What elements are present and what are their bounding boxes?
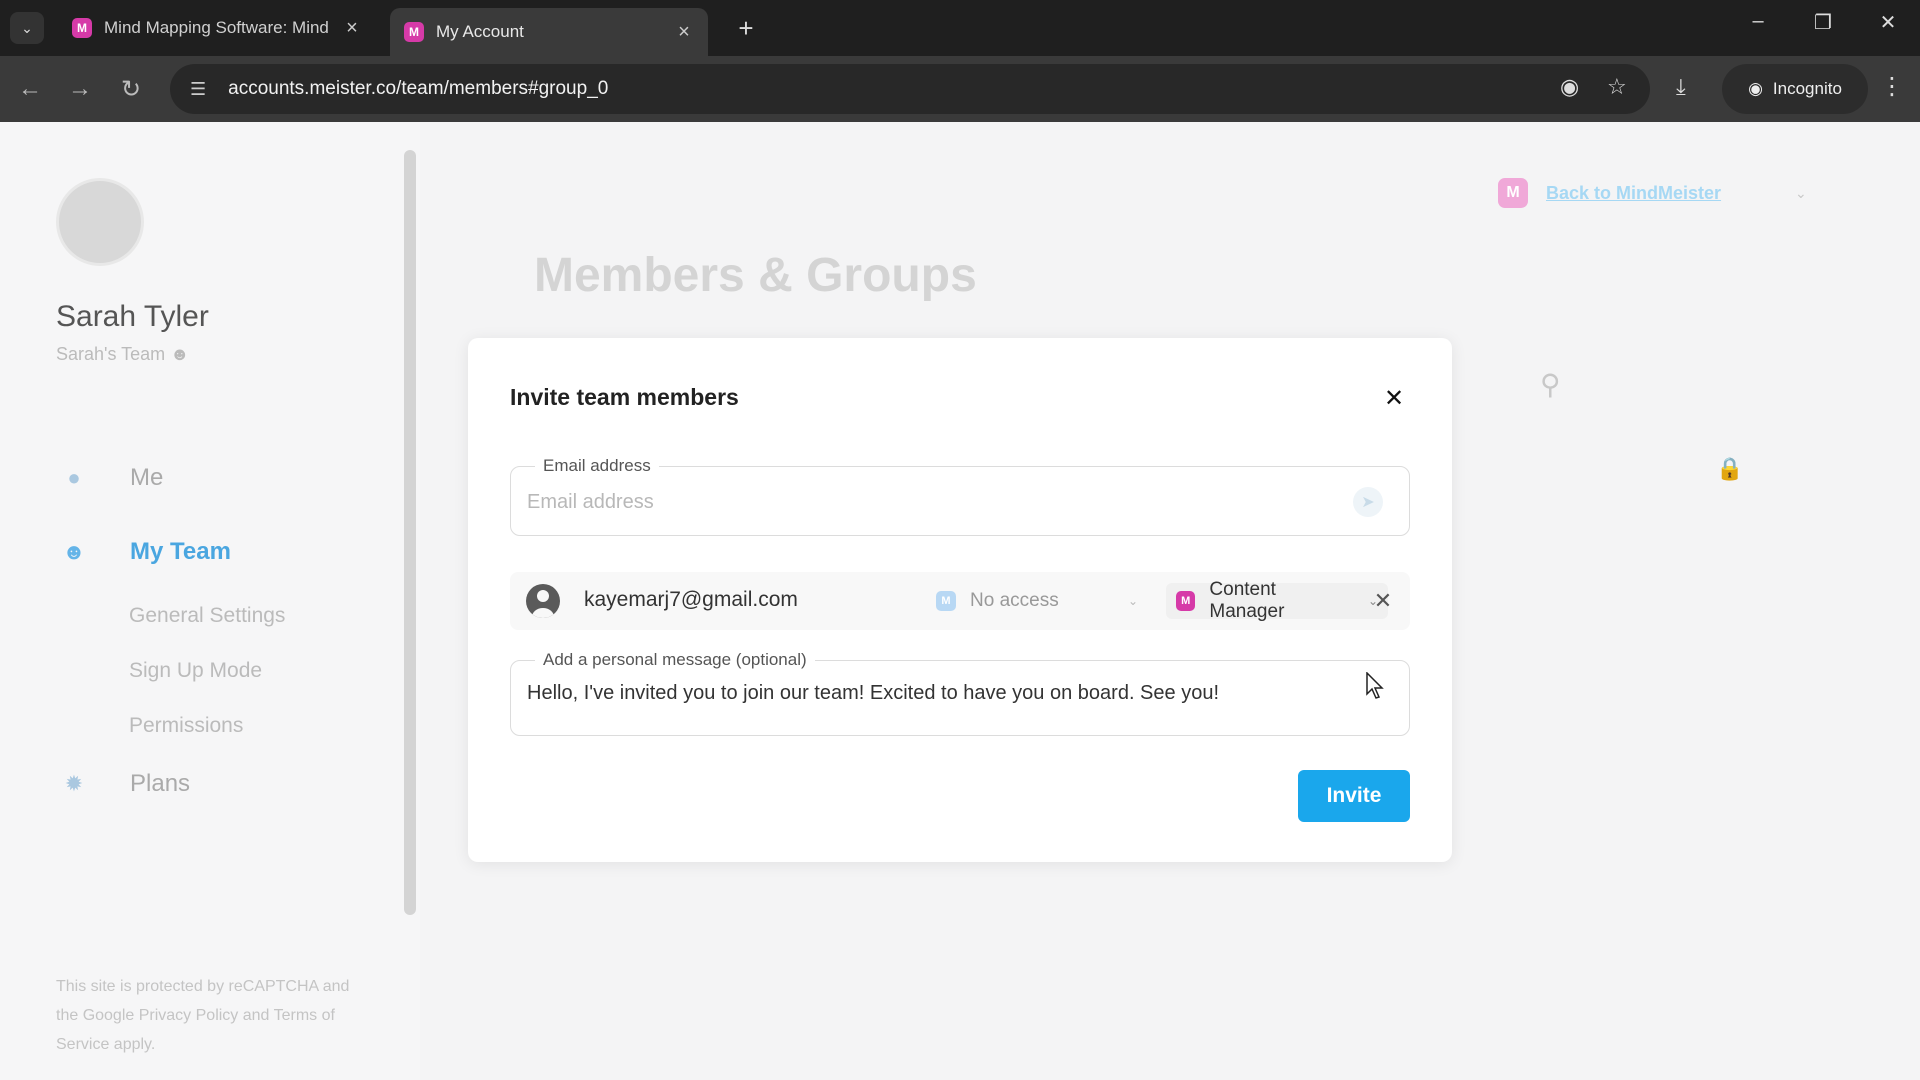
modal-title: Invite team members xyxy=(510,384,739,410)
url-text: accounts.meister.co/team/members#group_0 xyxy=(228,78,609,99)
personal-message-input[interactable]: Hello, I've invited you to join our team… xyxy=(527,681,1387,721)
message-label: Add a personal message (optional) xyxy=(535,650,815,670)
mouse-cursor-icon xyxy=(1366,672,1384,699)
site-settings-icon[interactable]: ☰ xyxy=(190,79,206,100)
email-input[interactable] xyxy=(527,485,1347,519)
team-icon: ☻ xyxy=(62,539,86,564)
recaptcha-notice: This site is protected by reCAPTCHA and … xyxy=(56,978,350,1053)
browser-tab-bar: ⌄ M Mind Mapping Software: Mind × M My A… xyxy=(0,0,1920,56)
remove-invitee-icon[interactable]: ✕ xyxy=(1368,586,1398,616)
incognito-icon: ◉ xyxy=(1748,79,1763,98)
browser-toolbar: ← → ↻ ☰ accounts.meister.co/team/members… xyxy=(0,56,1920,122)
plus-icon[interactable]: + xyxy=(730,12,762,44)
download-icon[interactable]: ⤓ xyxy=(1676,74,1686,100)
user-avatar-icon xyxy=(526,584,560,618)
minimize-icon[interactable]: – xyxy=(1738,10,1778,33)
nav-item-me[interactable]: ● Me xyxy=(60,464,163,492)
window-close-icon[interactable]: ✕ xyxy=(1868,10,1908,35)
nav-item-my-team[interactable]: ☻ My Team xyxy=(60,538,231,566)
mindmeister-role-select[interactable]: M Content Manager ⌄ xyxy=(1166,579,1388,622)
tab-title: Mind Mapping Software: Mind xyxy=(104,18,329,37)
page-content: Sarah Tyler Sarah's Team ☻ ● Me ☻ My Tea… xyxy=(0,122,1920,1080)
back-to-mindmeister-link[interactable]: M Back to MindMeister ⌄ xyxy=(1498,178,1807,208)
team-icon: ☻ xyxy=(170,344,190,364)
close-icon[interactable]: ✕ xyxy=(1378,382,1410,414)
invite-button[interactable]: Invite xyxy=(1298,770,1410,822)
invitee-row: kayemarj7@gmail.com M No access ⌄ M Cont… xyxy=(510,572,1410,630)
meistertask-icon: M xyxy=(936,591,956,611)
nav-item-plans[interactable]: ✹ Plans xyxy=(60,770,190,798)
person-icon: ● xyxy=(67,465,81,490)
incognito-label: Incognito xyxy=(1772,79,1842,98)
forward-arrow-icon[interactable]: → xyxy=(64,73,96,105)
user-name: Sarah Tyler xyxy=(56,300,209,333)
email-field: Email address ➤ xyxy=(510,456,1410,536)
tab-title: My Account xyxy=(436,22,524,41)
reload-icon[interactable]: ↻ xyxy=(115,73,147,105)
sidebar-scrollbar[interactable] xyxy=(404,150,416,915)
eye-off-icon[interactable]: ◉ xyxy=(1560,74,1579,100)
restore-icon[interactable]: ❐ xyxy=(1803,10,1843,35)
incognito-badge[interactable]: ◉ Incognito xyxy=(1722,64,1868,114)
mindmeister-favicon-icon: M xyxy=(404,22,424,42)
star-icon[interactable]: ☆ xyxy=(1607,74,1627,100)
sidebar-item-general-settings[interactable]: General Settings xyxy=(129,604,285,628)
meistertask-access-select[interactable]: M No access ⌄ xyxy=(926,583,1148,619)
mindmeister-favicon-icon: M xyxy=(72,18,92,38)
address-bar[interactable]: ☰ accounts.meister.co/team/members#group… xyxy=(170,64,1650,114)
back-arrow-icon[interactable]: ← xyxy=(14,73,46,105)
mindmeister-icon: M xyxy=(1176,591,1196,611)
sidebar-item-sign-up-mode[interactable]: Sign Up Mode xyxy=(129,659,262,683)
sidebar-item-permissions[interactable]: Permissions xyxy=(129,714,243,738)
browser-tab-mindmeister[interactable]: M Mind Mapping Software: Mind × xyxy=(58,8,376,48)
invitee-email: kayemarj7@gmail.com xyxy=(584,588,798,611)
plans-icon: ✹ xyxy=(64,771,84,796)
sidebar: Sarah Tyler Sarah's Team ☻ ● Me ☻ My Tea… xyxy=(0,122,420,1080)
page-title: Members & Groups xyxy=(534,249,977,302)
search-icon: ⚲ xyxy=(1540,369,1561,400)
browser-tab-my-account[interactable]: M My Account × xyxy=(390,8,708,56)
tab-search-chevron-icon[interactable]: ⌄ xyxy=(10,12,44,44)
lock-icon: 🔒 xyxy=(1716,456,1744,481)
add-email-icon[interactable]: ➤ xyxy=(1353,487,1383,517)
back-link-label: Back to MindMeister xyxy=(1546,182,1722,203)
invite-modal: Invite team members ✕ Email address ➤ ka… xyxy=(468,338,1452,862)
close-tab-icon[interactable]: × xyxy=(342,17,362,40)
personal-message-field: Add a personal message (optional) Hello,… xyxy=(510,650,1410,736)
chevron-down-icon[interactable]: ⌄ xyxy=(1795,185,1807,202)
team-name: Sarah's Team ☻ xyxy=(56,344,190,364)
browser-menu-icon[interactable]: ⋮ xyxy=(1880,72,1904,101)
mindmeister-logo-icon: M xyxy=(1498,178,1528,208)
chevron-down-icon: ⌄ xyxy=(1127,594,1138,608)
avatar[interactable] xyxy=(56,178,144,266)
email-label: Email address xyxy=(535,456,659,476)
close-tab-icon[interactable]: × xyxy=(674,21,694,44)
